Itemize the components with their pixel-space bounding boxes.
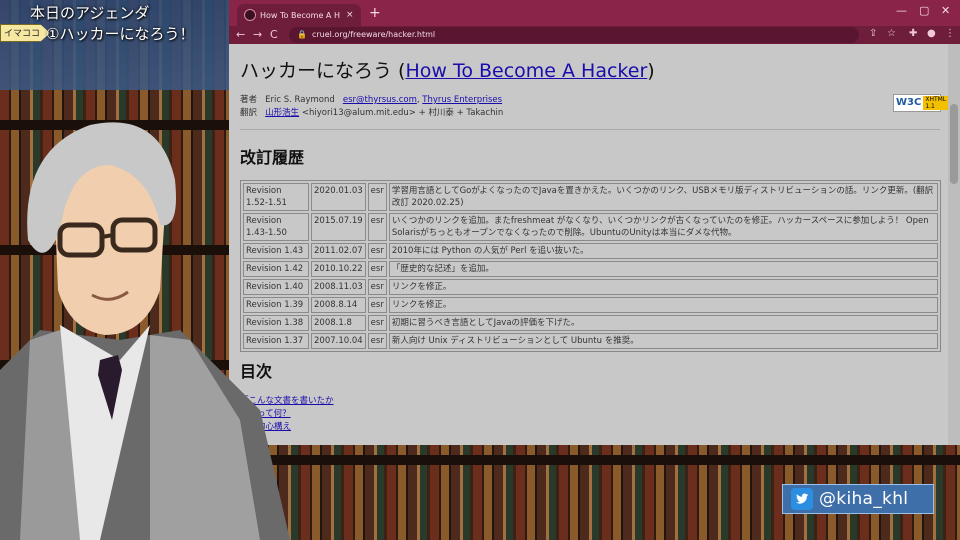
lock-icon: 🔒: [297, 30, 307, 39]
date-cell: 2008.8.14: [311, 297, 366, 313]
table-row: Revision 1.42 2010.10.22 esr 「歴史的な記述」を追加。: [243, 261, 938, 277]
author-cell: esr: [367, 279, 387, 295]
address-bar[interactable]: 🔒 cruel.org/freeware/hacker.html: [289, 27, 859, 43]
note-cell: 学習用言語としてGoがよくなったのでJavaを置きかえた。いくつかのリンク、US…: [388, 183, 938, 211]
table-row: Revision 1.43-1.50 2015.07.19 esr いくつかのリンクを…: [243, 213, 938, 241]
twitter-handle-box: @kiha_khl: [782, 484, 934, 514]
tab-close-icon[interactable]: ×: [346, 10, 354, 20]
author-cell: esr: [367, 243, 387, 259]
author-cell: esr: [367, 333, 387, 349]
author-email-link[interactable]: esr@thyrsus.com: [343, 95, 417, 105]
table-row: Revision 1.52-1.51 2020.01.03 esr 学習用言語としてG…: [243, 183, 938, 211]
favicon-icon: [244, 9, 256, 21]
share-icon[interactable]: ⇪: [869, 28, 877, 39]
date-cell: 2008.11.03: [311, 279, 366, 295]
minimize-button[interactable]: —: [896, 4, 907, 17]
author-cell: esr: [367, 183, 387, 211]
author-cell: esr: [367, 261, 387, 277]
tab-bar: How To Become A Hacker: Japa × + — ▢ ✕: [229, 0, 960, 26]
forward-button[interactable]: →: [253, 28, 262, 41]
date-cell: 2007.10.04: [311, 333, 366, 349]
table-row: Revision 1.38 2008.1.8 esr 初期に習うべき言語としてJava…: [243, 315, 938, 331]
date-cell: 2020.01.03: [311, 183, 366, 211]
current-position-marker: イマココ: [0, 24, 50, 42]
title-link[interactable]: How To Become A Hacker: [405, 60, 647, 82]
menu-icon[interactable]: ⋮: [945, 28, 955, 39]
browser-toolbar: ← → C 🔒 cruel.org/freeware/hacker.html ⇪ …: [229, 26, 960, 44]
author-cell: esr: [367, 315, 387, 331]
agenda-title: 本日のアジェンダ: [30, 4, 150, 22]
extensions-icon[interactable]: ✚: [909, 28, 917, 39]
web-page-content: ハッカーになろう (How To Become A Hacker) 著者 Eri…: [229, 44, 949, 445]
tab-title: How To Become A Hacker: Japa: [260, 10, 340, 20]
note-cell: リンクを修正。: [388, 297, 938, 313]
date-cell: 2008.1.8: [311, 315, 366, 331]
author-cell: esr: [367, 213, 387, 241]
credits: 著者 Eric S. Raymond esr@thyrsus.com, Thyr…: [240, 95, 504, 118]
note-cell: 初期に習うべき言語としてJavaの評価を下げた。: [388, 315, 938, 331]
note-cell: リンクを修正。: [388, 279, 938, 295]
note-cell: 「歴史的な記述」を追加。: [388, 261, 938, 277]
date-cell: 2011.02.07: [311, 243, 366, 259]
vtuber-avatar: [0, 122, 290, 540]
note-cell: 新人向け Unix ディストリビューションとして Ubuntu を推奨。: [388, 333, 938, 349]
divider: [240, 129, 940, 130]
agenda-item-current: ①ハッカーになろう！: [46, 25, 195, 43]
note-cell: いくつかのリンクを追加。またfreshmeat がなくなり、いくつかリンクが古く…: [388, 213, 938, 241]
bookmark-star-icon[interactable]: ☆: [887, 28, 896, 39]
new-tab-button[interactable]: +: [369, 5, 381, 21]
close-window-button[interactable]: ✕: [941, 4, 950, 17]
page-title: ハッカーになろう (How To Become A Hacker): [240, 60, 655, 82]
url-text: cruel.org/freeware/hacker.html: [311, 30, 436, 39]
twitter-handle: @kiha_khl: [819, 489, 909, 509]
tab-active[interactable]: How To Become A Hacker: Japa ×: [237, 4, 361, 26]
back-button[interactable]: ←: [236, 28, 245, 41]
reload-button[interactable]: C: [270, 28, 278, 41]
twitter-bird-icon: [791, 488, 813, 510]
table-row: Revision 1.39 2008.8.14 esr リンクを修正。: [243, 297, 938, 313]
w3c-xhtml-badge[interactable]: W3C XHTML 1.1: [893, 94, 949, 112]
vertical-scrollbar[interactable]: [948, 44, 960, 445]
author-cell: esr: [367, 297, 387, 313]
profile-icon[interactable]: ●: [927, 28, 936, 39]
scrollbar-thumb[interactable]: [950, 104, 958, 184]
table-row: Revision 1.37 2007.10.04 esr 新人向け Unix ディスト…: [243, 333, 938, 349]
author-org-link[interactable]: Thyrus Enterprises: [422, 95, 502, 105]
table-row: Revision 1.40 2008.11.03 esr リンクを修正。: [243, 279, 938, 295]
translator-link[interactable]: 山形浩生: [265, 108, 299, 118]
note-cell: 2010年には Python の人気が Perl を追い抜いた。: [388, 243, 938, 259]
table-row: Revision 1.43 2011.02.07 esr 2010年には Python…: [243, 243, 938, 259]
maximize-button[interactable]: ▢: [919, 4, 929, 17]
browser-window: How To Become A Hacker: Japa × + — ▢ ✕ ←…: [229, 0, 960, 445]
date-cell: 2015.07.19: [311, 213, 366, 241]
revision-table: Revision 1.52-1.51 2020.01.03 esr 学習用言語としてG…: [240, 180, 941, 352]
date-cell: 2010.10.22: [311, 261, 366, 277]
